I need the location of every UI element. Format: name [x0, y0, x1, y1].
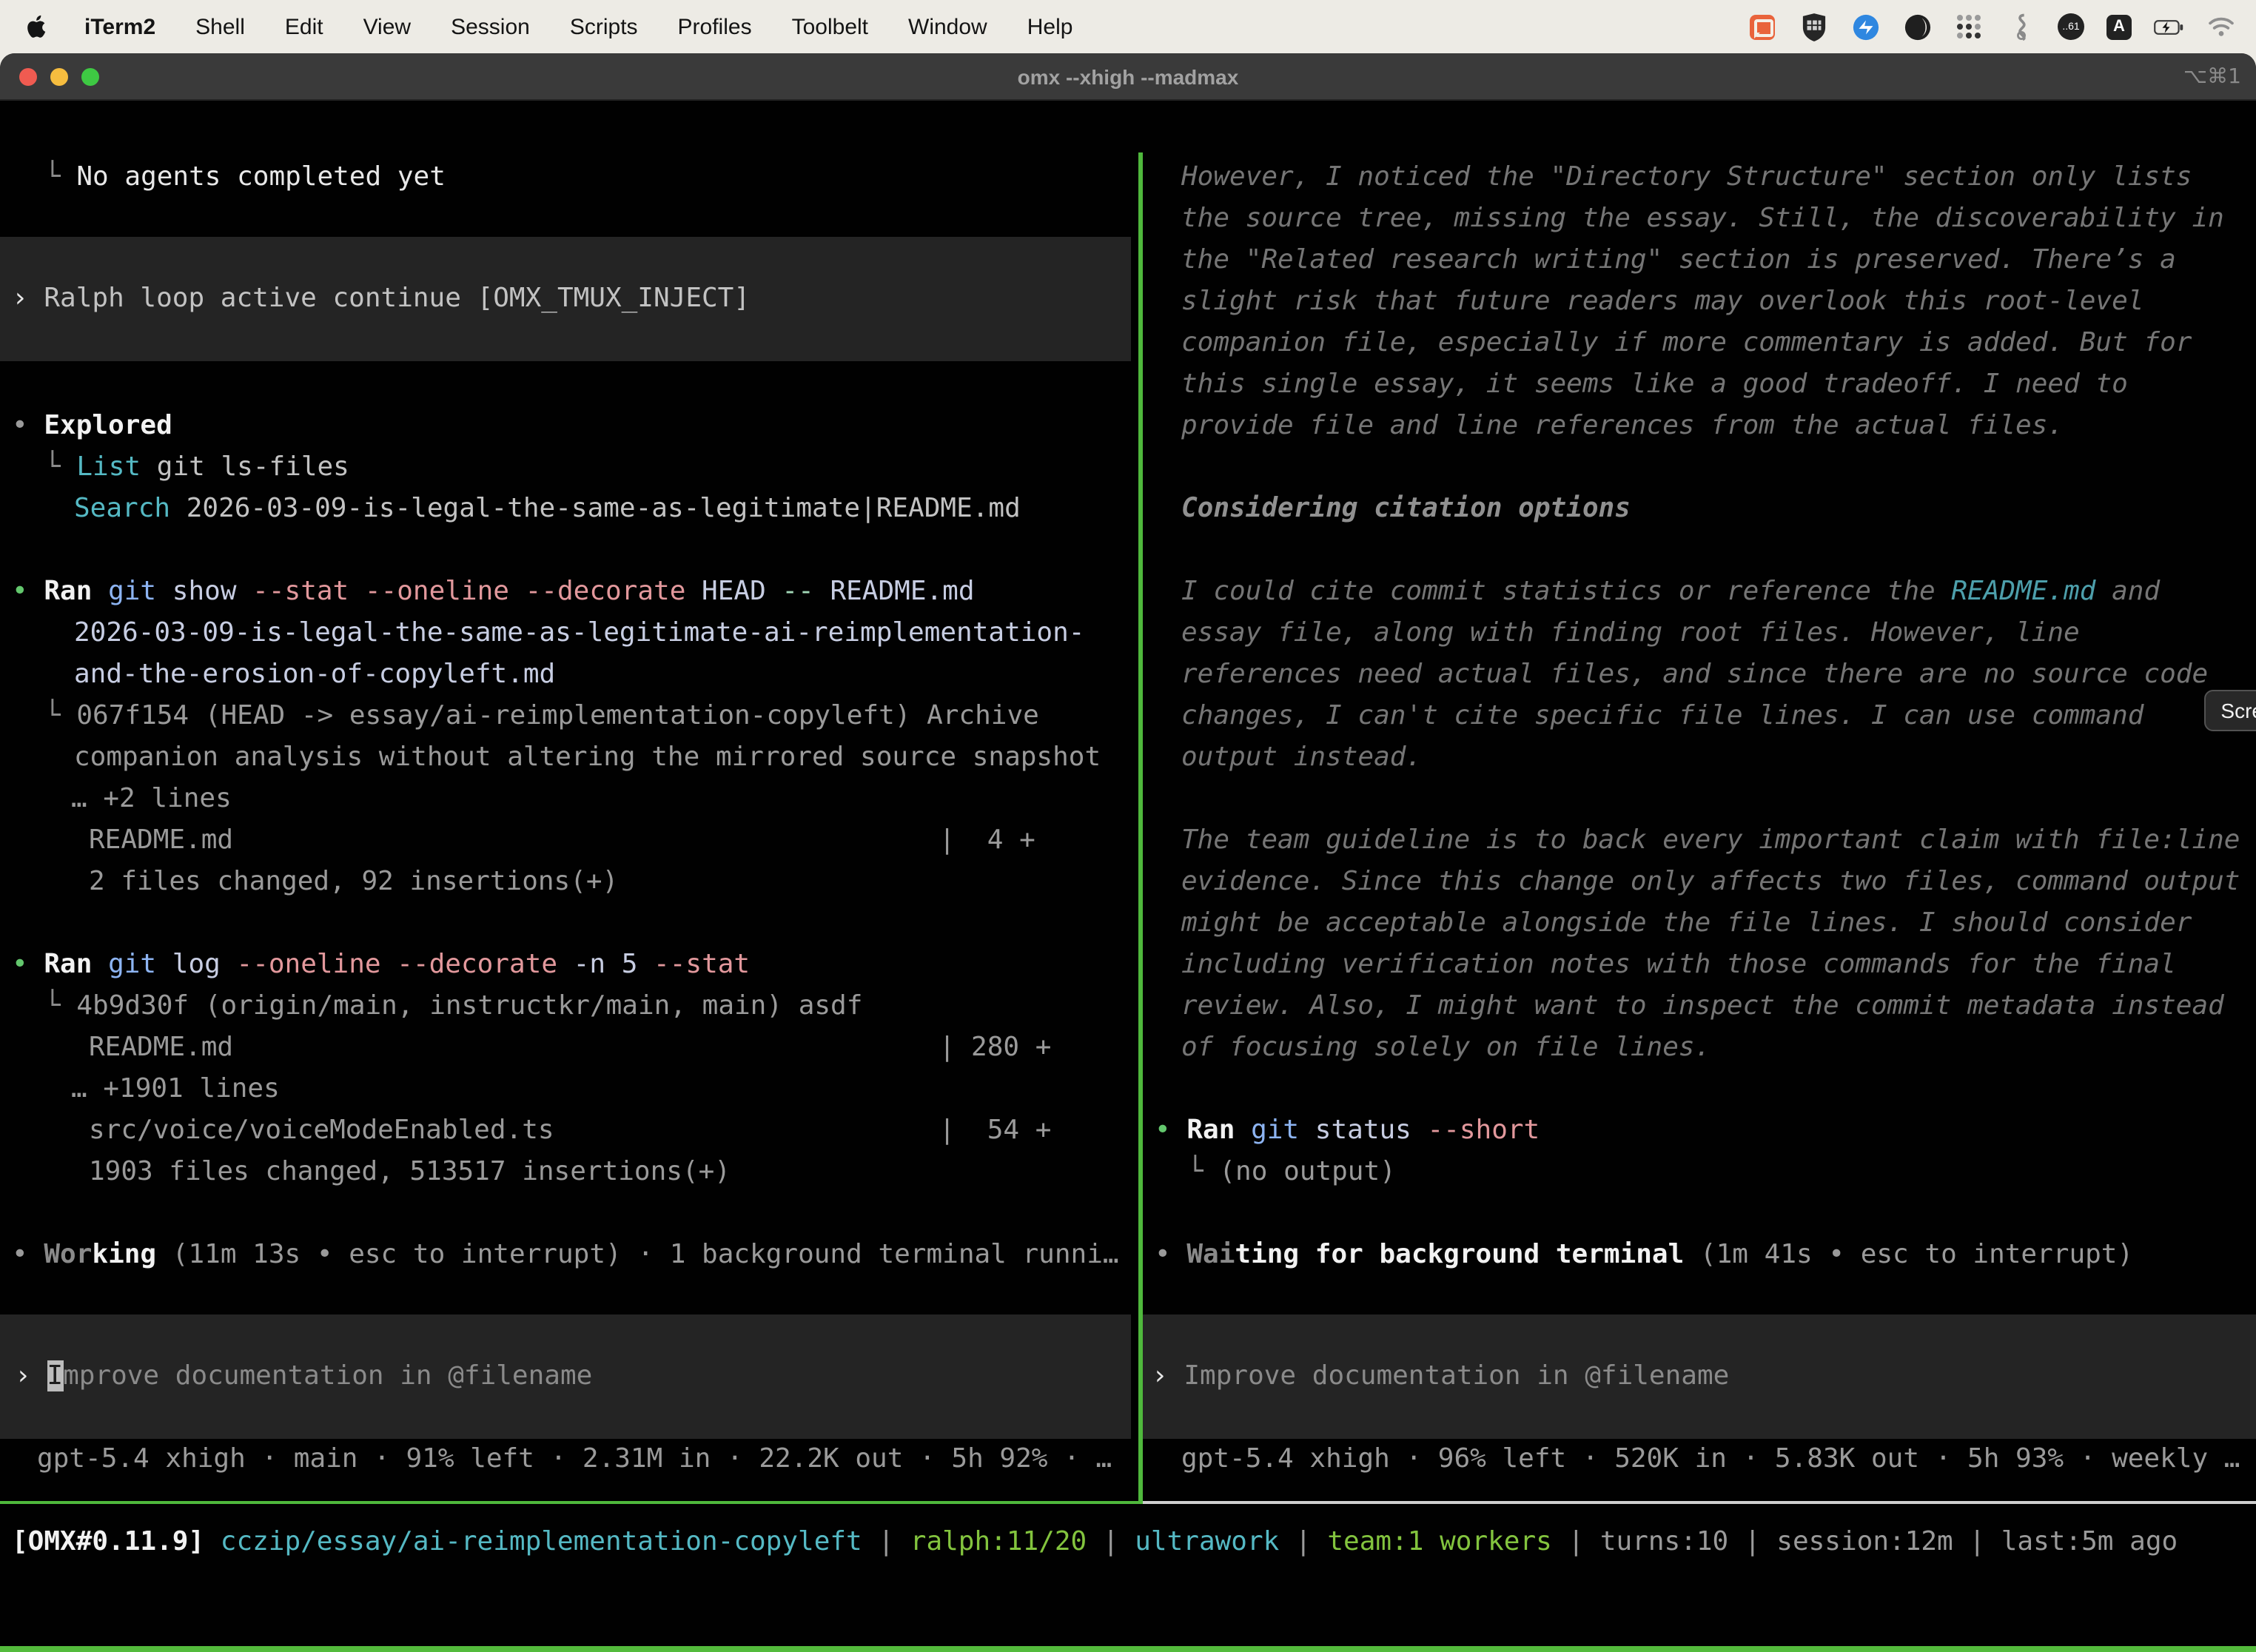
terminal-line — [0, 530, 1138, 571]
terminal-line: › Ralph loop active continue [OMX_TMUX_I… — [0, 278, 1131, 320]
left-pane-bottom-border — [0, 1501, 1138, 1504]
apple-menu-icon[interactable] — [27, 13, 49, 40]
terminal-line: 2 files changed, 92 insertions(+) — [0, 862, 1138, 903]
terminal-line: • Explored — [0, 406, 1138, 447]
screen-tooltip: Scre — [2204, 690, 2256, 731]
terminal-line: review. Also, I might want to inspect th… — [1143, 986, 2256, 1027]
input-source-badge[interactable]: A — [2106, 14, 2132, 39]
terminal-line: └ 067f154 (HEAD -> essay/ai-reimplementa… — [0, 696, 1138, 737]
percent-badge[interactable]: ..61 — [2058, 13, 2084, 40]
terminal-line: However, I noticed the "Directory Struct… — [1143, 157, 2256, 198]
desktop: iTerm2 Shell Edit View Session Scripts Profile… — [0, 0, 2256, 1652]
terminal-line: • Waiting for background terminal (1m 41… — [1143, 1235, 2256, 1276]
menu-item-shell[interactable]: Shell — [195, 14, 245, 39]
terminal-line: README.md | 280 + — [0, 1027, 1138, 1069]
shield-icon[interactable] — [1799, 12, 1828, 41]
squiggle-icon[interactable] — [2006, 12, 2035, 41]
terminal-line: companion file, especially if more comme… — [1143, 323, 2256, 364]
terminal-line: › Improve documentation in @filename — [1143, 1356, 2256, 1397]
window-shortcut-badge: ⌥⌘1 — [2183, 53, 2241, 99]
terminal-line — [1143, 1069, 2256, 1110]
terminal-line: Search 2026-03-09-is-legal-the-same-as-l… — [0, 488, 1138, 530]
terminal-line — [1143, 530, 2256, 571]
terminal-line: gpt-5.4 xhigh · 96% left · 520K in · 5.8… — [1143, 1439, 2256, 1480]
terminal-line: … +2 lines — [0, 779, 1138, 820]
window-title: omx --xhigh --madmax — [0, 53, 2256, 99]
right-pane-bottom-border — [1143, 1501, 2256, 1504]
terminal-line: Considering citation options — [1143, 488, 2256, 530]
terminal-line: this single essay, it seems like a good … — [1143, 364, 2256, 406]
terminal-line: └ 4b9d30f (origin/main, instructkr/main,… — [0, 986, 1138, 1027]
terminal-line: 1903 files changed, 513517 insertions(+) — [0, 1152, 1138, 1193]
terminal-line: evidence. Since this change only affects… — [1143, 862, 2256, 903]
prompt-input[interactable]: › Improve documentation in @filename — [1143, 1314, 2256, 1439]
terminal-line — [0, 903, 1138, 944]
prompt-input[interactable]: › Improve documentation in @filename — [0, 1314, 1131, 1439]
omx-session-status-line: [OMX#0.11.9] cczip/essay/ai-reimplementa… — [12, 1522, 2247, 1563]
terminal-line: references need actual files, and since … — [1143, 654, 2256, 696]
terminal-line: changes, I can't cite specific file line… — [1143, 696, 2256, 737]
terminal-line: └ List git ls-files — [0, 447, 1138, 488]
terminal-line: gpt-5.4 xhigh · main · 91% left · 2.31M … — [0, 1439, 1138, 1480]
terminal-line: └ (no output) — [1143, 1152, 2256, 1193]
terminal-line: provide file and line references from th… — [1143, 406, 2256, 447]
left-terminal-pane[interactable]: └ No agents completed yet › Ralph loop ac… — [0, 152, 1138, 1501]
chat-bubble-icon[interactable] — [1747, 12, 1776, 41]
terminal-line: [OMX#0.11.9] cczip/essay/ai-reimplementa… — [12, 1522, 2247, 1563]
terminal-line: and-the-erosion-of-copyleft.md — [0, 654, 1138, 696]
terminal-line: the source tree, missing the essay. Stil… — [1143, 198, 2256, 240]
spacer — [0, 198, 1138, 237]
spacer — [0, 361, 1138, 406]
menu-item-session[interactable]: Session — [451, 14, 530, 39]
spacer — [1143, 1276, 2256, 1314]
terminal-line: companion analysis without altering the … — [0, 737, 1138, 779]
dots-grid-icon[interactable] — [1954, 12, 1984, 41]
app-badge-icon[interactable] — [1850, 12, 1880, 41]
menu-item-scripts[interactable]: Scripts — [570, 14, 638, 39]
window-titlebar[interactable]: omx --xhigh --madmax ⌥⌘1 — [0, 53, 2256, 101]
menu-item-profiles[interactable]: Profiles — [678, 14, 752, 39]
terminal-line: The team guideline is to back every impo… — [1143, 820, 2256, 862]
menu-items: iTerm2 Shell Edit View Session Scripts Profile… — [84, 14, 1072, 39]
menu-item-window[interactable]: Window — [908, 14, 987, 39]
iterm-window: omx --xhigh --madmax ⌥⌘1 └ No agents com… — [0, 53, 2256, 1652]
wifi-icon[interactable] — [2206, 12, 2235, 41]
terminal-line: might be acceptable alongside the file l… — [1143, 903, 2256, 944]
terminal-line: src/voice/voiceModeEnabled.ts | 54 + — [0, 1110, 1138, 1152]
terminal-line: README.md | 4 + — [0, 820, 1138, 862]
terminal-line: of focusing solely on file lines. — [1143, 1027, 2256, 1069]
menubar-status-icons: ..61 A — [1747, 12, 2235, 41]
terminal-line — [1143, 1193, 2256, 1235]
terminal-line — [1143, 447, 2256, 488]
terminal-line: • Working (11m 13s • esc to interrupt) ·… — [0, 1235, 1138, 1276]
terminal-line: • Ran git log --oneline --decorate -n 5 … — [0, 944, 1138, 986]
terminal-line — [0, 1193, 1138, 1235]
terminal-line: 2026-03-09-is-legal-the-same-as-legitima… — [0, 613, 1138, 654]
terminal-line: including verification notes with those … — [1143, 944, 2256, 986]
spacer — [0, 1276, 1138, 1314]
terminal-line: slight risk that future readers may over… — [1143, 281, 2256, 323]
terminal-line: • Ran git status --short — [1143, 1110, 2256, 1152]
terminal-line: output instead. — [1143, 737, 2256, 779]
terminal-line: the "Related research writing" section i… — [1143, 240, 2256, 281]
terminal-line: • Ran git show --stat --oneline --decora… — [0, 571, 1138, 613]
terminal-line: › Improve documentation in @filename — [0, 1356, 1131, 1397]
terminal-line: └ No agents completed yet — [0, 157, 1138, 198]
menu-item-iterm2[interactable]: iTerm2 — [84, 14, 155, 39]
menu-item-help[interactable]: Help — [1027, 14, 1073, 39]
tmux-status-bar: [omx-cczip0:bash* "MacBook-Pro-44.local"… — [0, 1646, 2256, 1652]
injected-message-block: › Ralph loop active continue [OMX_TMUX_I… — [0, 237, 1131, 361]
terminal-line: essay file, along with finding root file… — [1143, 613, 2256, 654]
terminal-line — [1143, 779, 2256, 820]
menu-item-edit[interactable]: Edit — [285, 14, 323, 39]
moon-circle-icon[interactable] — [1902, 12, 1932, 41]
right-terminal-pane[interactable]: However, I noticed the "Directory Struct… — [1143, 152, 2256, 1501]
menu-item-toolbelt[interactable]: Toolbelt — [792, 14, 868, 39]
terminal-line: I could cite commit statistics or refere… — [1143, 571, 2256, 613]
menu-bar: iTerm2 Shell Edit View Session Scripts Profile… — [0, 0, 2256, 53]
terminal-line: … +1901 lines — [0, 1069, 1138, 1110]
menu-item-view[interactable]: View — [363, 14, 412, 39]
battery-charging-icon[interactable] — [2154, 12, 2183, 41]
